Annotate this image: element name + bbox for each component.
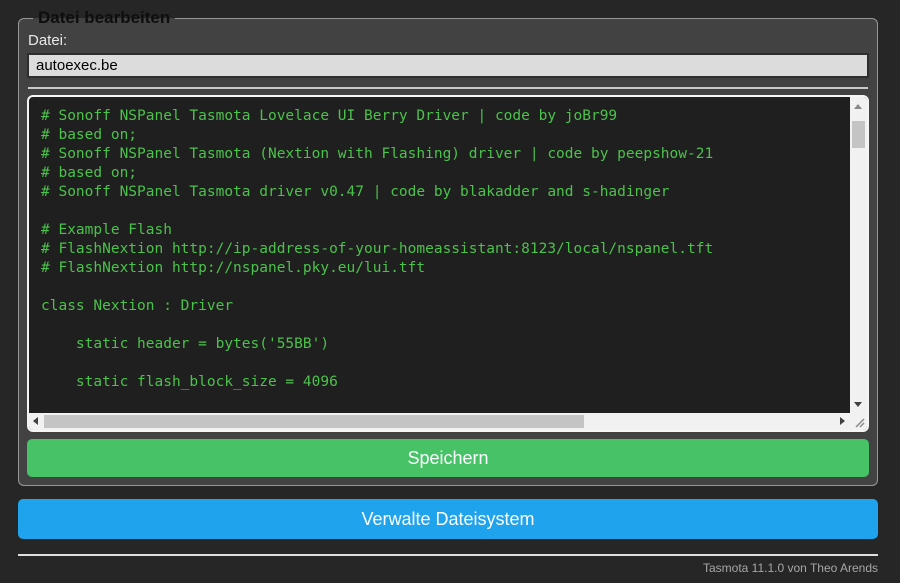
input-divider (28, 87, 868, 89)
horizontal-scroll-thumb[interactable] (44, 415, 584, 428)
footer-version-link[interactable]: Tasmota 11.1.0 von Theo Arends (703, 561, 878, 575)
fieldset-legend: Datei bearbeiten (38, 8, 171, 27)
vertical-scrollbar[interactable] (850, 97, 867, 413)
horizontal-scrollbar[interactable] (29, 413, 850, 430)
scroll-right-icon[interactable] (840, 417, 845, 425)
file-editor[interactable]: # Sonoff NSPanel Tasmota Lovelace UI Ber… (27, 95, 869, 432)
save-button[interactable]: Speichern (27, 439, 869, 477)
footer: Tasmota 11.1.0 von Theo Arends (18, 554, 878, 575)
edit-file-fieldset: Datei bearbeiten Datei: # Sonoff NSPanel… (18, 8, 878, 486)
page: { "form": { "legend": "Datei bearbeiten"… (0, 0, 900, 583)
vertical-scroll-thumb[interactable] (852, 121, 865, 148)
scroll-up-icon[interactable] (854, 104, 862, 109)
resize-grip-icon[interactable] (850, 413, 867, 430)
filename-input[interactable] (27, 53, 869, 78)
footer-divider (18, 554, 878, 556)
scroll-down-icon[interactable] (854, 402, 862, 407)
scroll-left-icon[interactable] (33, 417, 38, 425)
file-content-textarea[interactable]: # Sonoff NSPanel Tasmota Lovelace UI Ber… (29, 97, 867, 430)
content-area: Datei bearbeiten Datei: # Sonoff NSPanel… (18, 0, 878, 575)
file-label: Datei: (28, 32, 68, 49)
manage-filesystem-button[interactable]: Verwalte Dateisystem (18, 499, 878, 539)
